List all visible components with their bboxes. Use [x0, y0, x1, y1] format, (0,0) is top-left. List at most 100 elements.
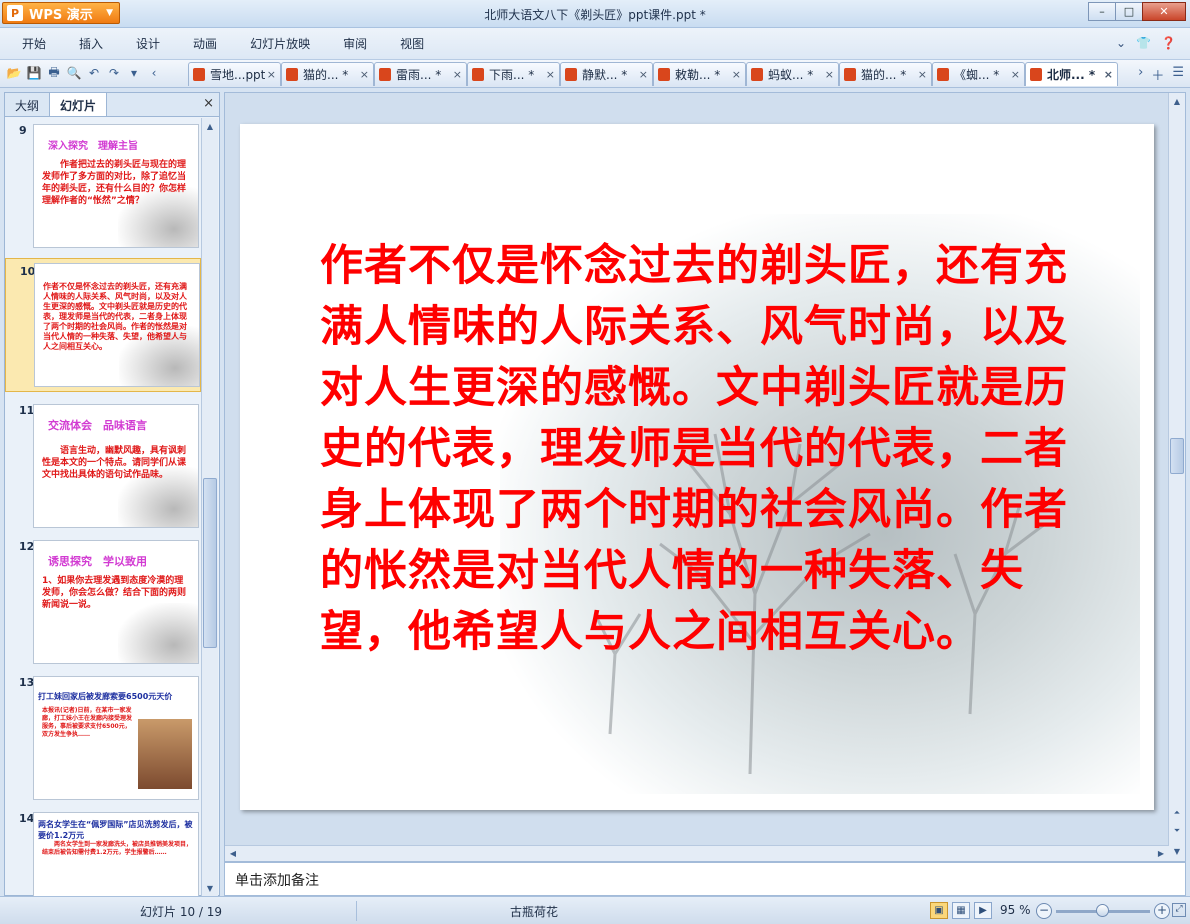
menu-home[interactable]: 开始: [10, 35, 58, 52]
doc-tab[interactable]: 雪地...ppt ×: [188, 62, 281, 86]
panel-tabs: 大纲 幻灯片: [5, 93, 219, 117]
scrollbar-thumb[interactable]: [203, 478, 217, 648]
zoom-out-icon[interactable]: −: [1036, 903, 1052, 919]
doc-tab[interactable]: 静默... * ×: [560, 62, 653, 86]
save-icon[interactable]: 💾: [26, 65, 42, 81]
slide-heading: 诱思探究 学以致用: [48, 555, 147, 568]
zoom-percentage[interactable]: 95 %: [1000, 903, 1031, 917]
next-slide-icon[interactable]: ⏷: [1169, 823, 1185, 839]
menu-slideshow[interactable]: 幻灯片放映: [238, 35, 322, 52]
menu-insert[interactable]: 插入: [67, 35, 115, 52]
doc-tab[interactable]: 雷雨... * ×: [374, 62, 467, 86]
current-slide[interactable]: 作者不仅是怀念过去的剃头匠，还有充满人情味的人际关系、风气时尚，以及对人生更深的…: [240, 124, 1154, 810]
menu-bar: 开始 插入 设计 动画 幻灯片放映 审阅 视图 ⌄ 👕 ❓: [0, 28, 1190, 60]
slide-horizontal-scrollbar[interactable]: ◀ ▶: [225, 845, 1169, 861]
scroll-up-icon[interactable]: ▲: [202, 118, 218, 134]
minimize-button[interactable]: –: [1088, 2, 1116, 21]
notes-pane[interactable]: 单击添加备注: [224, 862, 1186, 896]
slide-thumbnail-selected[interactable]: 10 作者不仅是怀念过去的剃头匠，还有充满人情味的人际关系、风气时尚，以及对人生…: [5, 258, 201, 392]
doc-tab[interactable]: 下雨... * ×: [467, 62, 560, 86]
doc-tab[interactable]: 猫的... * ×: [839, 62, 932, 86]
menu-view[interactable]: 视图: [388, 35, 436, 52]
panel-close-icon[interactable]: ×: [203, 96, 214, 111]
ppt-file-icon: [937, 68, 949, 81]
slide-thumbnail[interactable]: 14 两名女学生在“佩罗国际”店见洗剪发后，被要价1.2万元 两名女学生到一家发…: [5, 806, 201, 896]
sorter-view-icon[interactable]: ▦: [952, 902, 970, 919]
slide-thumbnail[interactable]: 11 交流体会 品味语言 语言生动，幽默风趣，具有讽刺性是本文的一个特点。请同学…: [5, 398, 201, 532]
tab-outline[interactable]: 大纲: [5, 93, 49, 116]
ppt-file-icon: [286, 68, 298, 81]
doc-tab[interactable]: 蚂蚁... * ×: [746, 62, 839, 86]
redo-icon[interactable]: ↷: [106, 65, 122, 81]
previous-slide-icon[interactable]: ⏶: [1169, 805, 1185, 821]
maximize-button[interactable]: □: [1115, 2, 1143, 21]
doc-tab[interactable]: 《蜘... * ×: [932, 62, 1025, 86]
zoom-slider-knob[interactable]: [1096, 904, 1109, 917]
tab-close-icon[interactable]: ×: [453, 68, 462, 81]
new-tab-icon[interactable]: ＋: [1151, 65, 1164, 84]
slide-thumbnail-panel: 大纲 幻灯片 × 9 深入探究 理解主旨 作者把过去的剃头匠与现在的理发师作了多…: [4, 92, 220, 896]
undo-icon[interactable]: ↶: [86, 65, 102, 81]
ppt-file-icon: [1030, 68, 1042, 81]
window-controls: – □ ✕: [1088, 2, 1186, 21]
theme-name: 古瓶荷花: [510, 905, 559, 919]
open-folder-icon[interactable]: 📂: [6, 65, 22, 81]
ppt-file-icon: [565, 68, 577, 81]
customize-dropdown-icon[interactable]: ▾: [126, 65, 142, 81]
slide-heading: 打工妹回家后被发廊索要6500元天价: [38, 692, 173, 701]
help-icon[interactable]: ❓: [1161, 36, 1176, 50]
slideshow-view-icon[interactable]: ▶: [974, 902, 992, 919]
doc-tab-active[interactable]: 北师... * ×: [1025, 62, 1118, 86]
doc-tab-label: 北师... *: [1047, 68, 1096, 82]
normal-view-icon[interactable]: ▣: [930, 902, 948, 919]
tab-close-icon[interactable]: ×: [267, 68, 276, 81]
slide-background-art: [118, 603, 198, 663]
close-button[interactable]: ✕: [1142, 2, 1186, 21]
tab-scroll-right-icon[interactable]: ›: [1138, 65, 1143, 84]
menu-design[interactable]: 设计: [124, 35, 172, 52]
menu-review[interactable]: 审阅: [331, 35, 379, 52]
title-bar: P WPS 演示 ▼ 北师大语文八下《剃头匠》ppt课件.ppt * – □ ✕: [0, 0, 1190, 28]
tab-scroll-left-icon[interactable]: ‹: [146, 65, 162, 81]
tab-close-icon[interactable]: ×: [546, 68, 555, 81]
tab-close-icon[interactable]: ×: [732, 68, 741, 81]
ppt-file-icon: [844, 68, 856, 81]
view-switcher: ▣ ▦ ▶: [930, 902, 992, 919]
scroll-left-icon[interactable]: ◀: [225, 846, 241, 861]
ppt-file-icon: [658, 68, 670, 81]
slide-preview: 诱思探究 学以致用 1、如果你去理发遇到态度冷漠的理发师，你会怎么做？结合下面的…: [33, 540, 199, 664]
tab-slides[interactable]: 幻灯片: [49, 93, 108, 116]
fit-to-window-icon[interactable]: ⤢: [1172, 903, 1186, 917]
tab-list-icon[interactable]: ☰: [1172, 65, 1184, 84]
tab-close-icon[interactable]: ×: [1104, 68, 1113, 81]
ppt-file-icon: [379, 68, 391, 81]
slide-thumbnail[interactable]: 12 诱思探究 学以致用 1、如果你去理发遇到态度冷漠的理发师，你会怎么做？结合…: [5, 534, 201, 668]
shirt-icon[interactable]: 👕: [1136, 36, 1151, 50]
tab-navigation: › ＋ ☰: [1138, 65, 1184, 84]
menu-animation[interactable]: 动画: [181, 35, 229, 52]
chevron-down-icon[interactable]: ⌄: [1116, 36, 1126, 50]
print-preview-icon[interactable]: 🔍: [66, 65, 82, 81]
notes-placeholder[interactable]: 单击添加备注: [235, 870, 319, 890]
scroll-up-icon[interactable]: ▲: [1169, 93, 1185, 109]
print-icon[interactable]: 🖶: [46, 65, 62, 81]
slide-thumbnail[interactable]: 13 打工妹回家后被发廊索要6500元天价 本报讯(记者)日前，在某市一家发廊，…: [5, 670, 201, 804]
tab-close-icon[interactable]: ×: [825, 68, 834, 81]
slide-vertical-scrollbar[interactable]: ▲ ⏶ ⏷ ▼: [1168, 93, 1185, 861]
tab-close-icon[interactable]: ×: [360, 68, 369, 81]
doc-tab[interactable]: 猫的... * ×: [281, 62, 374, 86]
thumbnail-list: 9 深入探究 理解主旨 作者把过去的剃头匠与现在的理发师作了多方面的对比，除了追…: [5, 118, 201, 896]
tab-close-icon[interactable]: ×: [1011, 68, 1020, 81]
doc-tab-label: 雷雨... *: [396, 68, 442, 82]
scroll-down-icon[interactable]: ▼: [202, 880, 218, 896]
slide-thumbnail[interactable]: 9 深入探究 理解主旨 作者把过去的剃头匠与现在的理发师作了多方面的对比，除了追…: [5, 118, 201, 252]
doc-tab[interactable]: 敕勒... * ×: [653, 62, 746, 86]
scroll-down-icon[interactable]: ▼: [1169, 843, 1185, 859]
tab-close-icon[interactable]: ×: [918, 68, 927, 81]
slide-body-text[interactable]: 作者不仅是怀念过去的剃头匠，还有充满人情味的人际关系、风气时尚，以及对人生更深的…: [320, 236, 1090, 663]
zoom-in-icon[interactable]: +: [1154, 903, 1170, 919]
thumbnail-scrollbar[interactable]: ▲ ▼: [201, 118, 218, 896]
scroll-right-icon[interactable]: ▶: [1153, 846, 1169, 861]
tab-close-icon[interactable]: ×: [639, 68, 648, 81]
scrollbar-thumb[interactable]: [1170, 438, 1184, 474]
